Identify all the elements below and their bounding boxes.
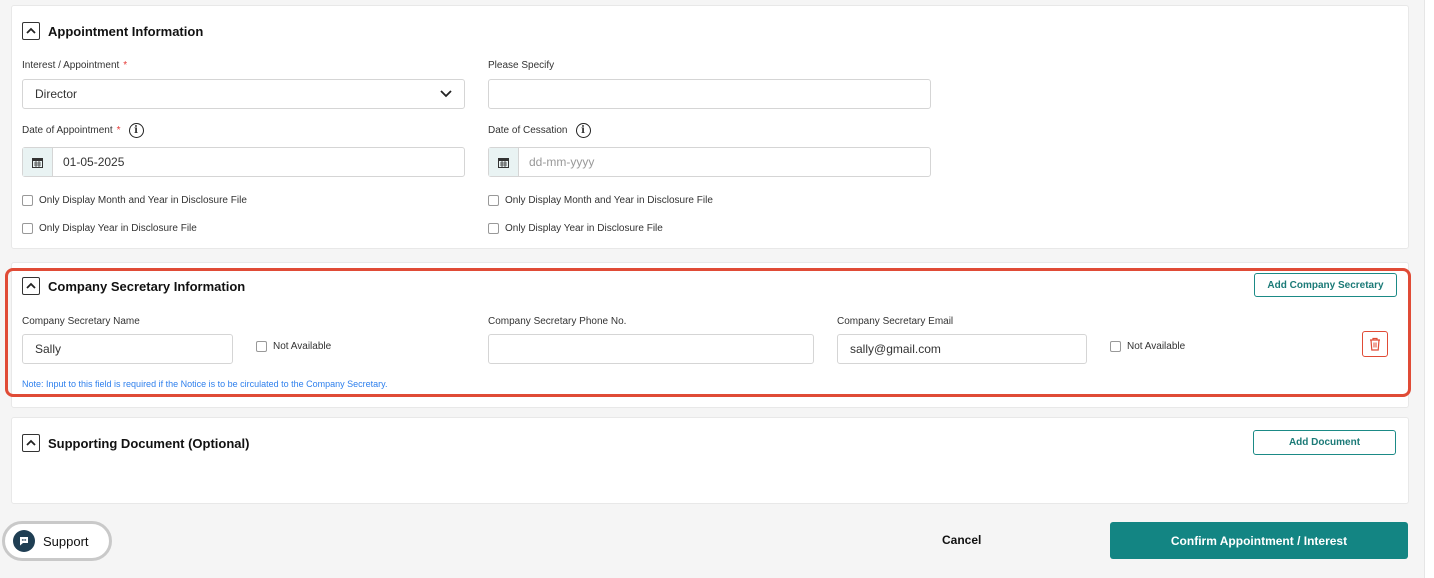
checkbox-label: Not Available	[273, 341, 332, 352]
support-label: Support	[43, 533, 89, 549]
trash-icon[interactable]	[1362, 331, 1388, 357]
chevron-up-icon[interactable]	[22, 22, 40, 40]
chevron-up-icon[interactable]	[22, 434, 40, 452]
interest-select[interactable]: Director	[22, 79, 465, 109]
confirm-appointment-button[interactable]: Confirm Appointment / Interest	[1110, 522, 1408, 559]
secretary-note: Note: Input to this field is required if…	[22, 379, 388, 389]
calendar-icon[interactable]	[489, 148, 519, 176]
date-appointment-label-text: Date of Appointment	[22, 125, 113, 136]
checkbox[interactable]	[22, 195, 33, 206]
supporting-card	[11, 417, 1409, 504]
date-cessation-label: Date of Cessation i	[488, 123, 591, 138]
checkbox[interactable]	[1110, 341, 1121, 352]
checkbox[interactable]	[22, 223, 33, 234]
not-available-name-checkbox[interactable]: Not Available	[256, 341, 331, 352]
checkbox-label: Only Display Month and Year in Disclosur…	[505, 195, 713, 206]
checkbox-year-right[interactable]: Only Display Year in Disclosure File	[488, 223, 663, 234]
secretary-title: Company Secretary Information	[48, 278, 246, 294]
add-company-secretary-button[interactable]: Add Company Secretary	[1254, 273, 1397, 297]
supporting-header[interactable]: Supporting Document (Optional)	[22, 434, 249, 452]
date-cessation-label-text: Date of Cessation	[488, 125, 568, 136]
required-mark: *	[123, 60, 128, 71]
checkbox-label: Only Display Month and Year in Disclosur…	[39, 195, 247, 206]
date-cessation-placeholder: dd-mm-yyyy	[529, 155, 595, 169]
info-icon[interactable]: i	[128, 123, 144, 138]
chat-icon	[13, 530, 35, 552]
date-appointment-input[interactable]: 01-05-2025	[22, 147, 465, 177]
secretary-name-input[interactable]: Sally	[22, 334, 233, 364]
please-specify-input[interactable]	[488, 79, 931, 109]
info-icon[interactable]: i	[575, 123, 591, 138]
add-document-button[interactable]: Add Document	[1253, 430, 1396, 455]
checkbox-year-left[interactable]: Only Display Year in Disclosure File	[22, 223, 197, 234]
calendar-icon[interactable]	[23, 148, 53, 176]
checkbox[interactable]	[488, 195, 499, 206]
not-available-email-checkbox[interactable]: Not Available	[1110, 341, 1185, 352]
date-appointment-label: Date of Appointment * i	[22, 123, 144, 138]
chevron-up-icon[interactable]	[22, 277, 40, 295]
checkbox-label: Only Display Year in Disclosure File	[505, 223, 663, 234]
date-cessation-input[interactable]: dd-mm-yyyy	[488, 147, 931, 177]
secretary-name-label: Company Secretary Name	[22, 316, 140, 327]
secretary-phone-input[interactable]	[488, 334, 814, 364]
secretary-header[interactable]: Company Secretary Information	[22, 277, 245, 295]
support-button[interactable]: Support	[2, 521, 112, 561]
required-mark: *	[116, 125, 121, 136]
date-appointment-value: 01-05-2025	[63, 155, 125, 169]
supporting-title: Supporting Document (Optional)	[48, 435, 250, 451]
secretary-phone-label: Company Secretary Phone No.	[488, 316, 627, 327]
checkbox-label: Only Display Year in Disclosure File	[39, 223, 197, 234]
secretary-email-input[interactable]: sally@gmail.com	[837, 334, 1087, 364]
appointment-header[interactable]: Appointment Information	[22, 22, 203, 40]
checkbox-label: Not Available	[1127, 341, 1186, 352]
please-specify-label: Please Specify	[488, 60, 555, 71]
checkbox-month-year-right[interactable]: Only Display Month and Year in Disclosur…	[488, 195, 713, 206]
checkbox[interactable]	[488, 223, 499, 234]
cancel-button[interactable]: Cancel	[942, 533, 981, 547]
chevron-down-icon	[440, 87, 452, 101]
appointment-card	[11, 5, 1409, 249]
secretary-email-label: Company Secretary Email	[837, 316, 954, 327]
interest-select-value: Director	[35, 87, 78, 101]
checkbox-month-year-left[interactable]: Only Display Month and Year in Disclosur…	[22, 195, 247, 206]
checkbox[interactable]	[256, 341, 267, 352]
interest-label: Interest / Appointment *	[22, 60, 127, 71]
interest-label-text: Interest / Appointment	[22, 60, 120, 71]
appointment-title: Appointment Information	[48, 23, 204, 39]
scrollbar-track[interactable]	[1424, 0, 1434, 578]
